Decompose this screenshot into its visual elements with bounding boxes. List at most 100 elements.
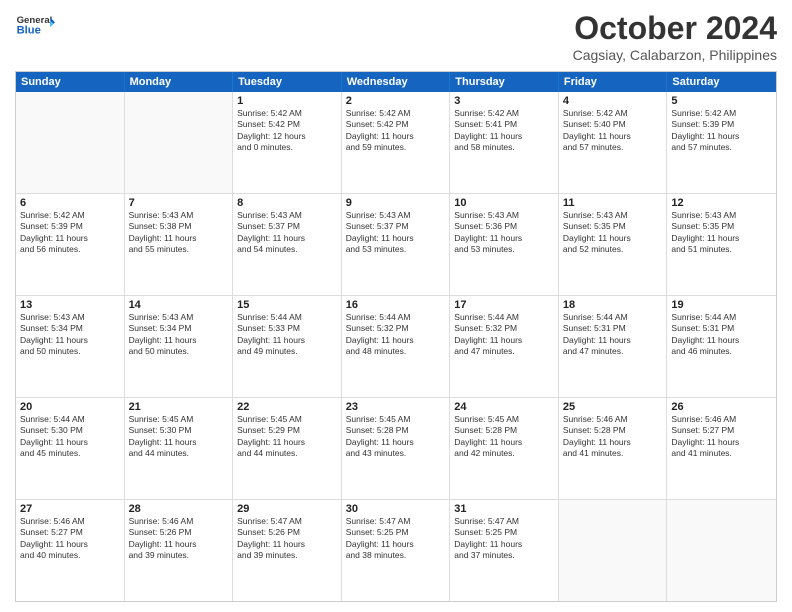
- day-number: 19: [671, 299, 772, 311]
- day-info: Sunrise: 5:46 AM Sunset: 5:28 PM Dayligh…: [563, 414, 663, 460]
- day-number: 5: [671, 95, 772, 107]
- day-number: 9: [346, 197, 446, 209]
- day-info: Sunrise: 5:43 AM Sunset: 5:34 PM Dayligh…: [129, 312, 229, 358]
- calendar-day-cell: 12Sunrise: 5:43 AM Sunset: 5:35 PM Dayli…: [667, 194, 776, 295]
- calendar-day-cell: 31Sunrise: 5:47 AM Sunset: 5:25 PM Dayli…: [450, 500, 559, 601]
- svg-text:Blue: Blue: [17, 24, 41, 36]
- calendar-day-header: Friday: [559, 72, 668, 92]
- logo: General Blue: [15, 10, 55, 40]
- calendar-day-cell: 16Sunrise: 5:44 AM Sunset: 5:32 PM Dayli…: [342, 296, 451, 397]
- day-number: 17: [454, 299, 554, 311]
- calendar-day-cell: 26Sunrise: 5:46 AM Sunset: 5:27 PM Dayli…: [667, 398, 776, 499]
- calendar-day-cell: 22Sunrise: 5:45 AM Sunset: 5:29 PM Dayli…: [233, 398, 342, 499]
- calendar-week-row: 6Sunrise: 5:42 AM Sunset: 5:39 PM Daylig…: [16, 193, 776, 295]
- day-number: 28: [129, 503, 229, 515]
- calendar-day-cell: 2Sunrise: 5:42 AM Sunset: 5:42 PM Daylig…: [342, 92, 451, 193]
- calendar-week-row: 20Sunrise: 5:44 AM Sunset: 5:30 PM Dayli…: [16, 397, 776, 499]
- calendar-day-cell: 20Sunrise: 5:44 AM Sunset: 5:30 PM Dayli…: [16, 398, 125, 499]
- calendar-day-cell: 4Sunrise: 5:42 AM Sunset: 5:40 PM Daylig…: [559, 92, 668, 193]
- day-number: 15: [237, 299, 337, 311]
- day-info: Sunrise: 5:45 AM Sunset: 5:30 PM Dayligh…: [129, 414, 229, 460]
- day-number: 30: [346, 503, 446, 515]
- calendar-day-cell: 1Sunrise: 5:42 AM Sunset: 5:42 PM Daylig…: [233, 92, 342, 193]
- calendar-body: 1Sunrise: 5:42 AM Sunset: 5:42 PM Daylig…: [16, 92, 776, 601]
- day-number: 14: [129, 299, 229, 311]
- day-number: 23: [346, 401, 446, 413]
- day-info: Sunrise: 5:43 AM Sunset: 5:35 PM Dayligh…: [671, 210, 772, 256]
- calendar-day-cell: [16, 92, 125, 193]
- day-number: 24: [454, 401, 554, 413]
- day-info: Sunrise: 5:47 AM Sunset: 5:25 PM Dayligh…: [346, 516, 446, 562]
- calendar-day-cell: 6Sunrise: 5:42 AM Sunset: 5:39 PM Daylig…: [16, 194, 125, 295]
- calendar-day-cell: 19Sunrise: 5:44 AM Sunset: 5:31 PM Dayli…: [667, 296, 776, 397]
- main-title: October 2024: [573, 10, 777, 47]
- day-info: Sunrise: 5:43 AM Sunset: 5:38 PM Dayligh…: [129, 210, 229, 256]
- day-number: 3: [454, 95, 554, 107]
- day-number: 31: [454, 503, 554, 515]
- calendar-day-cell: 18Sunrise: 5:44 AM Sunset: 5:31 PM Dayli…: [559, 296, 668, 397]
- day-info: Sunrise: 5:43 AM Sunset: 5:37 PM Dayligh…: [237, 210, 337, 256]
- calendar: SundayMondayTuesdayWednesdayThursdayFrid…: [15, 71, 777, 602]
- day-info: Sunrise: 5:45 AM Sunset: 5:29 PM Dayligh…: [237, 414, 337, 460]
- day-info: Sunrise: 5:42 AM Sunset: 5:42 PM Dayligh…: [346, 108, 446, 154]
- day-info: Sunrise: 5:47 AM Sunset: 5:25 PM Dayligh…: [454, 516, 554, 562]
- day-number: 18: [563, 299, 663, 311]
- day-number: 25: [563, 401, 663, 413]
- day-number: 12: [671, 197, 772, 209]
- day-info: Sunrise: 5:44 AM Sunset: 5:30 PM Dayligh…: [20, 414, 120, 460]
- calendar-day-cell: 29Sunrise: 5:47 AM Sunset: 5:26 PM Dayli…: [233, 500, 342, 601]
- day-number: 11: [563, 197, 663, 209]
- day-number: 2: [346, 95, 446, 107]
- calendar-day-cell: 13Sunrise: 5:43 AM Sunset: 5:34 PM Dayli…: [16, 296, 125, 397]
- calendar-day-cell: 23Sunrise: 5:45 AM Sunset: 5:28 PM Dayli…: [342, 398, 451, 499]
- calendar-day-cell: 14Sunrise: 5:43 AM Sunset: 5:34 PM Dayli…: [125, 296, 234, 397]
- calendar-day-cell: [125, 92, 234, 193]
- calendar-week-row: 1Sunrise: 5:42 AM Sunset: 5:42 PM Daylig…: [16, 92, 776, 193]
- calendar-day-cell: 9Sunrise: 5:43 AM Sunset: 5:37 PM Daylig…: [342, 194, 451, 295]
- calendar-day-header: Tuesday: [233, 72, 342, 92]
- logo-icon: General Blue: [15, 10, 55, 40]
- calendar-day-cell: 5Sunrise: 5:42 AM Sunset: 5:39 PM Daylig…: [667, 92, 776, 193]
- day-number: 7: [129, 197, 229, 209]
- day-info: Sunrise: 5:43 AM Sunset: 5:35 PM Dayligh…: [563, 210, 663, 256]
- day-number: 1: [237, 95, 337, 107]
- calendar-day-cell: 27Sunrise: 5:46 AM Sunset: 5:27 PM Dayli…: [16, 500, 125, 601]
- calendar-day-cell: 11Sunrise: 5:43 AM Sunset: 5:35 PM Dayli…: [559, 194, 668, 295]
- day-info: Sunrise: 5:43 AM Sunset: 5:34 PM Dayligh…: [20, 312, 120, 358]
- day-info: Sunrise: 5:42 AM Sunset: 5:41 PM Dayligh…: [454, 108, 554, 154]
- calendar-day-cell: 7Sunrise: 5:43 AM Sunset: 5:38 PM Daylig…: [125, 194, 234, 295]
- calendar-week-row: 13Sunrise: 5:43 AM Sunset: 5:34 PM Dayli…: [16, 295, 776, 397]
- day-number: 10: [454, 197, 554, 209]
- day-number: 22: [237, 401, 337, 413]
- subtitle: Cagsiay, Calabarzon, Philippines: [573, 47, 777, 63]
- calendar-day-cell: 17Sunrise: 5:44 AM Sunset: 5:32 PM Dayli…: [450, 296, 559, 397]
- calendar-day-cell: 28Sunrise: 5:46 AM Sunset: 5:26 PM Dayli…: [125, 500, 234, 601]
- day-info: Sunrise: 5:46 AM Sunset: 5:26 PM Dayligh…: [129, 516, 229, 562]
- day-number: 27: [20, 503, 120, 515]
- calendar-header: SundayMondayTuesdayWednesdayThursdayFrid…: [16, 72, 776, 92]
- day-info: Sunrise: 5:44 AM Sunset: 5:31 PM Dayligh…: [671, 312, 772, 358]
- day-info: Sunrise: 5:42 AM Sunset: 5:39 PM Dayligh…: [671, 108, 772, 154]
- calendar-day-cell: 24Sunrise: 5:45 AM Sunset: 5:28 PM Dayli…: [450, 398, 559, 499]
- day-info: Sunrise: 5:42 AM Sunset: 5:42 PM Dayligh…: [237, 108, 337, 154]
- day-number: 6: [20, 197, 120, 209]
- day-info: Sunrise: 5:43 AM Sunset: 5:36 PM Dayligh…: [454, 210, 554, 256]
- day-info: Sunrise: 5:44 AM Sunset: 5:32 PM Dayligh…: [454, 312, 554, 358]
- calendar-day-cell: 25Sunrise: 5:46 AM Sunset: 5:28 PM Dayli…: [559, 398, 668, 499]
- calendar-day-cell: [667, 500, 776, 601]
- calendar-day-cell: [559, 500, 668, 601]
- day-info: Sunrise: 5:46 AM Sunset: 5:27 PM Dayligh…: [671, 414, 772, 460]
- calendar-day-cell: 21Sunrise: 5:45 AM Sunset: 5:30 PM Dayli…: [125, 398, 234, 499]
- calendar-week-row: 27Sunrise: 5:46 AM Sunset: 5:27 PM Dayli…: [16, 499, 776, 601]
- calendar-day-cell: 30Sunrise: 5:47 AM Sunset: 5:25 PM Dayli…: [342, 500, 451, 601]
- calendar-day-cell: 3Sunrise: 5:42 AM Sunset: 5:41 PM Daylig…: [450, 92, 559, 193]
- calendar-day-header: Wednesday: [342, 72, 451, 92]
- day-info: Sunrise: 5:45 AM Sunset: 5:28 PM Dayligh…: [346, 414, 446, 460]
- day-info: Sunrise: 5:43 AM Sunset: 5:37 PM Dayligh…: [346, 210, 446, 256]
- calendar-day-cell: 10Sunrise: 5:43 AM Sunset: 5:36 PM Dayli…: [450, 194, 559, 295]
- day-info: Sunrise: 5:46 AM Sunset: 5:27 PM Dayligh…: [20, 516, 120, 562]
- header: General Blue October 2024 Cagsiay, Calab…: [15, 10, 777, 63]
- day-info: Sunrise: 5:44 AM Sunset: 5:32 PM Dayligh…: [346, 312, 446, 358]
- title-block: October 2024 Cagsiay, Calabarzon, Philip…: [573, 10, 777, 63]
- calendar-day-cell: 15Sunrise: 5:44 AM Sunset: 5:33 PM Dayli…: [233, 296, 342, 397]
